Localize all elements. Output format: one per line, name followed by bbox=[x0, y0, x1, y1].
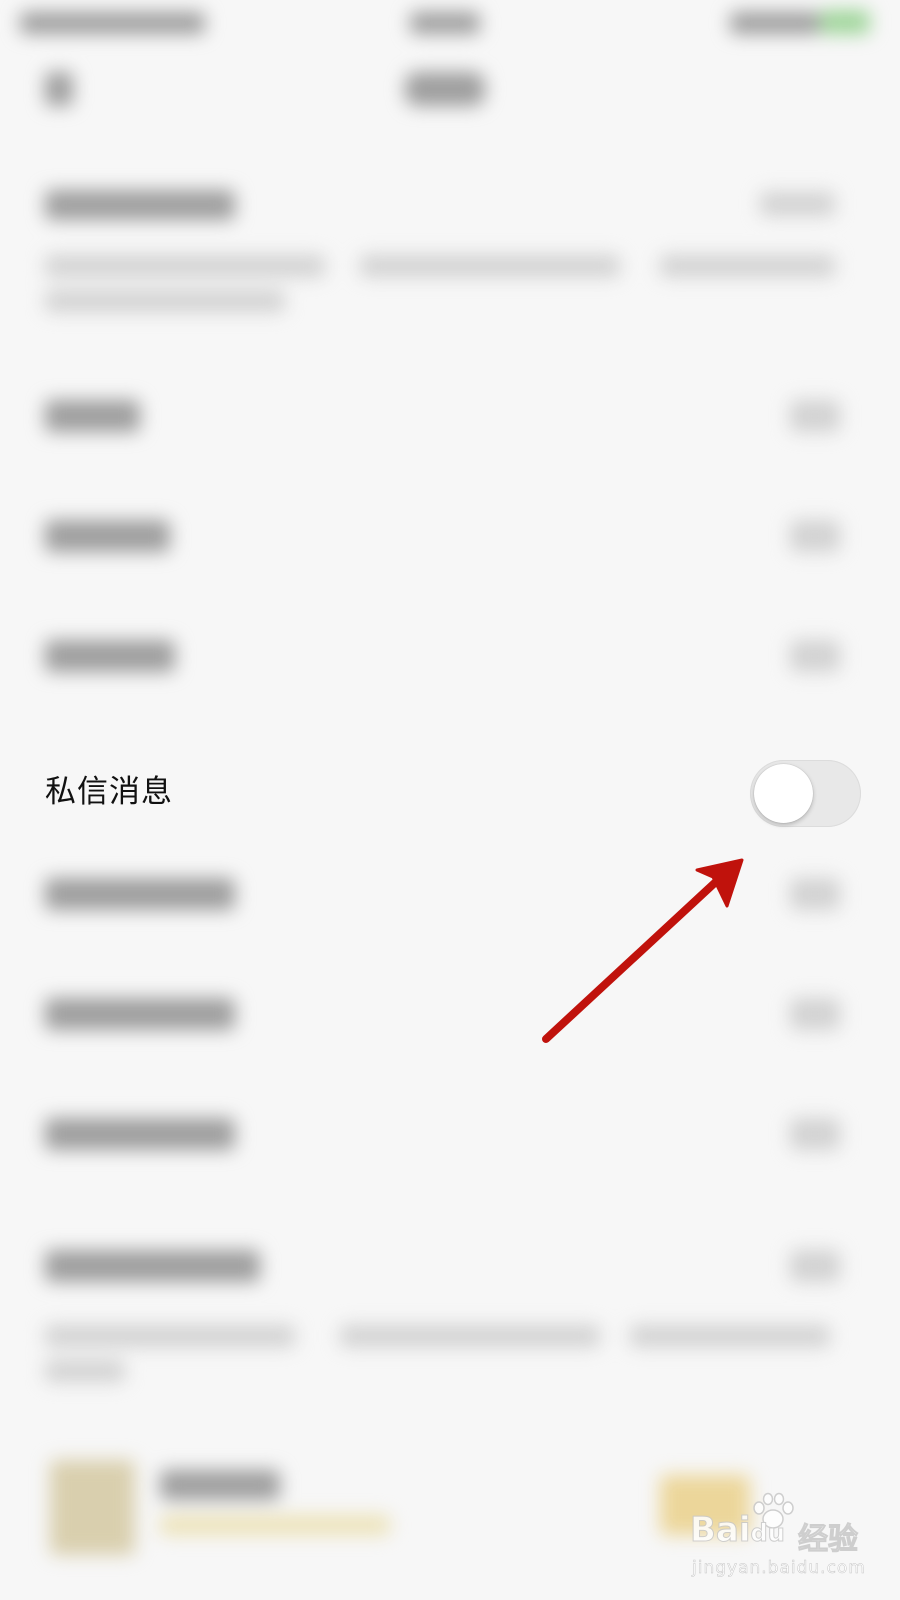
watermark-url: jingyan.baidu.com bbox=[692, 1558, 866, 1579]
baidu-jingyan-watermark: Baidu 经验 jingyan.baidu.com bbox=[690, 1492, 890, 1590]
watermark-brand: Baidu bbox=[690, 1510, 786, 1551]
settings-screen: 私信消息 Baidu 经验 jingyan.baidu.com bbox=[0, 0, 900, 1600]
toggle-knob bbox=[754, 764, 813, 823]
private-message-toggle[interactable] bbox=[750, 760, 861, 827]
private-message-setting-row: 私信消息 bbox=[0, 740, 900, 845]
private-message-label: 私信消息 bbox=[45, 774, 173, 810]
watermark-chinese: 经验 bbox=[798, 1522, 859, 1558]
